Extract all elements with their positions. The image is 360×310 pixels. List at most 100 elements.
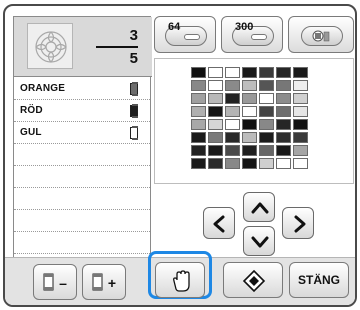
- arrow-right-button[interactable]: [282, 207, 314, 239]
- color-swatch[interactable]: [225, 106, 240, 117]
- plus-label: +: [107, 275, 117, 291]
- color-swatch[interactable]: [208, 132, 223, 143]
- color-swatch[interactable]: [225, 80, 240, 91]
- spool-row-icon: [184, 34, 200, 40]
- thread-list-item: [14, 188, 150, 210]
- color-swatch[interactable]: [191, 119, 206, 130]
- minus-label: –: [59, 275, 67, 291]
- color-swatch[interactable]: [208, 93, 223, 104]
- color-swatch[interactable]: [276, 80, 291, 91]
- color-swatch[interactable]: [259, 145, 274, 156]
- color-swatch[interactable]: [276, 67, 291, 78]
- color-swatch[interactable]: [225, 93, 240, 104]
- thread-list-item: [14, 166, 150, 188]
- flower-pattern-icon: [35, 31, 67, 63]
- thread-list-item[interactable]: RÖD: [14, 100, 150, 122]
- color-swatch[interactable]: [276, 132, 291, 143]
- total-thread-number: 5: [129, 50, 138, 67]
- pattern-preview: 3 5: [14, 17, 152, 77]
- color-swatch[interactable]: [225, 132, 240, 143]
- color-swatch[interactable]: [259, 80, 274, 91]
- thread-spool-icon: [130, 126, 138, 140]
- color-swatch[interactable]: [276, 93, 291, 104]
- thread-counter: 3 5: [90, 27, 138, 67]
- thread-list-item[interactable]: ORANGE: [14, 78, 150, 100]
- remove-thread-button[interactable]: –: [33, 264, 77, 300]
- color-swatch[interactable]: [208, 80, 223, 91]
- color-swatch[interactable]: [208, 145, 223, 156]
- fill-tool-button[interactable]: [223, 262, 283, 298]
- arrow-left-button[interactable]: [203, 207, 235, 239]
- color-swatch[interactable]: [208, 106, 223, 117]
- color-swatch[interactable]: [276, 145, 291, 156]
- color-swatch[interactable]: [259, 158, 274, 169]
- thread-spool-icon: [130, 82, 138, 96]
- color-swatch[interactable]: [293, 106, 308, 117]
- hand-icon: [173, 270, 190, 292]
- close-button-label: STÄNG: [298, 273, 340, 287]
- color-swatch[interactable]: [293, 158, 308, 169]
- color-swatch[interactable]: [191, 132, 206, 143]
- color-swatch[interactable]: [225, 119, 240, 130]
- color-swatch[interactable]: [259, 132, 274, 143]
- color-swatch[interactable]: [208, 158, 223, 169]
- color-swatch[interactable]: [225, 158, 240, 169]
- spool-row-icon: [251, 34, 267, 40]
- spool-palette-icon: [301, 26, 343, 46]
- thread-list-item[interactable]: GUL: [14, 122, 150, 144]
- color-swatch[interactable]: [293, 119, 308, 130]
- palette-300-button[interactable]: 300: [221, 16, 283, 53]
- color-swatch[interactable]: [242, 145, 257, 156]
- color-swatch[interactable]: [242, 106, 257, 117]
- color-swatch[interactable]: [242, 93, 257, 104]
- color-swatch[interactable]: [293, 145, 308, 156]
- close-button[interactable]: STÄNG: [289, 262, 349, 298]
- color-swatch[interactable]: [225, 67, 240, 78]
- color-swatch[interactable]: [191, 80, 206, 91]
- color-swatch[interactable]: [293, 93, 308, 104]
- color-swatch[interactable]: [242, 158, 257, 169]
- custom-palette-button[interactable]: [288, 16, 354, 53]
- color-swatch[interactable]: [276, 158, 291, 169]
- color-swatch[interactable]: [191, 145, 206, 156]
- thread-name-label: RÖD: [20, 105, 43, 116]
- thread-list: ORANGE RÖD GUL: [14, 78, 150, 254]
- chevron-right-icon: [294, 215, 306, 233]
- color-swatch[interactable]: [208, 119, 223, 130]
- palette-64-button[interactable]: 64: [154, 16, 216, 53]
- color-swatch[interactable]: [293, 67, 308, 78]
- color-swatch[interactable]: [293, 132, 308, 143]
- pattern-thumbnail: [27, 23, 73, 69]
- color-swatch[interactable]: [242, 80, 257, 91]
- diamond-arrows-icon: [242, 269, 266, 293]
- color-swatch-grid: [191, 67, 308, 169]
- color-swatch[interactable]: [293, 80, 308, 91]
- color-swatch[interactable]: [242, 67, 257, 78]
- color-swatch[interactable]: [191, 67, 206, 78]
- bottom-toolbar: – + STÄNG: [5, 251, 355, 305]
- chevron-down-icon: [251, 236, 269, 248]
- add-thread-button[interactable]: +: [82, 264, 126, 300]
- color-swatch[interactable]: [191, 93, 206, 104]
- color-swatch[interactable]: [276, 119, 291, 130]
- color-swatch[interactable]: [259, 93, 274, 104]
- arrow-up-button[interactable]: [243, 192, 275, 222]
- color-swatch[interactable]: [259, 67, 274, 78]
- color-swatch[interactable]: [242, 119, 257, 130]
- color-swatch[interactable]: [191, 106, 206, 117]
- color-swatch[interactable]: [259, 119, 274, 130]
- color-swatch[interactable]: [276, 106, 291, 117]
- thread-color-screen: 3 5 ORANGE RÖD GUL 64 300 – + STÄNG: [3, 4, 357, 307]
- color-swatch[interactable]: [208, 67, 223, 78]
- hand-tool-button[interactable]: [155, 262, 205, 298]
- color-swatch[interactable]: [242, 132, 257, 143]
- color-swatch[interactable]: [191, 158, 206, 169]
- current-thread-number: 3: [129, 27, 138, 44]
- palette-64-label: 64: [168, 21, 181, 33]
- color-swatch[interactable]: [259, 106, 274, 117]
- fraction-line: [96, 46, 138, 48]
- thread-list-item: [14, 144, 150, 166]
- color-swatch[interactable]: [225, 145, 240, 156]
- arrow-down-button[interactable]: [243, 226, 275, 256]
- thread-name-label: GUL: [20, 127, 42, 138]
